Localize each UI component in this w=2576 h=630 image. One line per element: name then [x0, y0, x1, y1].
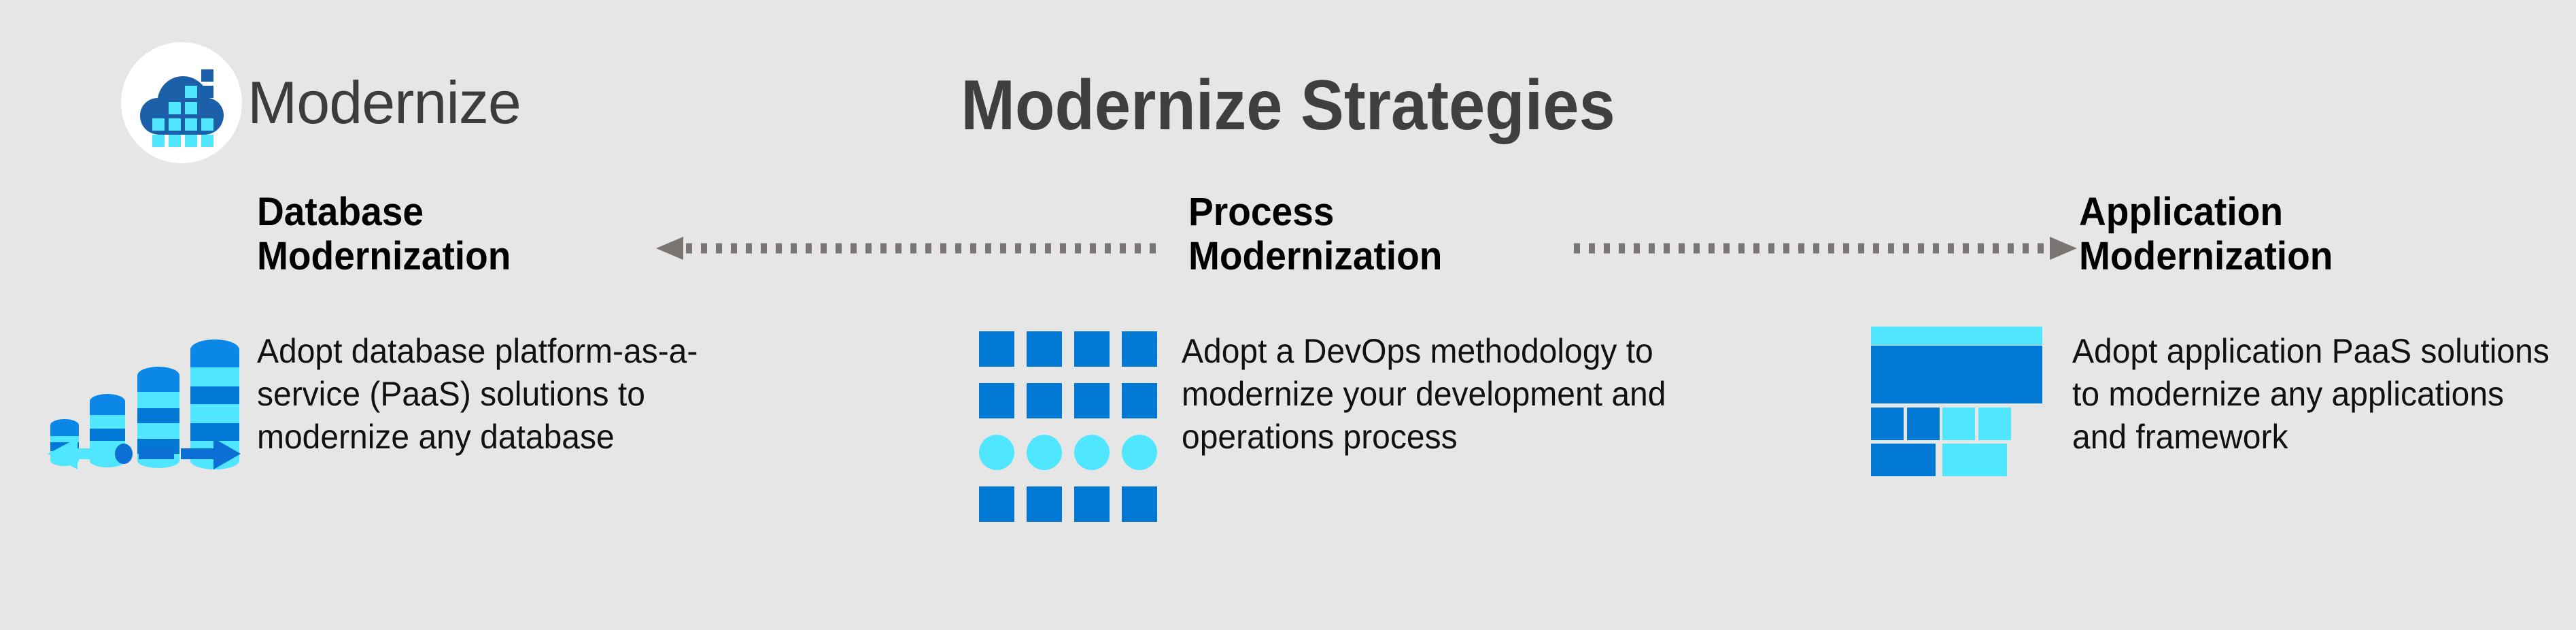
process-to-application-arrow	[1574, 237, 2077, 260]
grid-square	[1027, 383, 1062, 418]
column-body-application: Adopt application PaaS solutions to mode…	[2072, 332, 2549, 456]
grid-circle	[979, 435, 1014, 470]
database-scale-arrow-icon	[48, 438, 241, 469]
grid-square	[1074, 486, 1110, 522]
column-application: Application Modernization	[2079, 190, 2575, 279]
wireframe-panel	[1942, 444, 2007, 476]
column-process: Process Modernization	[1188, 190, 1746, 279]
wireframe-tile	[1871, 408, 1904, 440]
grid-square	[1122, 486, 1157, 522]
grid-circle	[1027, 435, 1062, 470]
grid-square	[979, 383, 1014, 418]
application-wireframe-icon	[1871, 327, 2042, 497]
grid-square	[979, 331, 1014, 367]
grid-circle	[1074, 435, 1110, 470]
grid-square	[1074, 383, 1110, 418]
column-heading-process: Process Modernization	[1188, 190, 1443, 278]
process-grid-icon	[979, 331, 1157, 522]
wireframe-tile	[1978, 408, 2011, 440]
wireframe-tile	[1907, 408, 1940, 440]
column-body-database: Adopt database platform-as-a-service (Pa…	[257, 332, 698, 456]
wireframe-tile	[1942, 408, 1975, 440]
page-title: Modernize Strategies	[961, 66, 1615, 145]
wireframe-panel	[1871, 444, 1936, 476]
process-to-database-arrow	[656, 237, 1159, 260]
grid-square	[1122, 331, 1157, 367]
grid-square	[1122, 383, 1157, 418]
grid-square	[979, 486, 1014, 522]
grid-square	[1027, 331, 1062, 367]
grid-square	[1074, 331, 1110, 367]
column-heading-database: Database Modernization	[257, 190, 511, 278]
database-cylinders-icon	[42, 328, 246, 474]
column-body-process: Adopt a DevOps methodology to modernize …	[1182, 332, 1666, 456]
wireframe-header-bar	[1871, 327, 2042, 345]
grid-square	[1027, 486, 1062, 522]
column-heading-application: Application Modernization	[2079, 190, 2333, 278]
wireframe-hero-block	[1871, 346, 2042, 403]
column-database: Database Modernization	[257, 190, 814, 279]
grid-circle	[1122, 435, 1157, 470]
